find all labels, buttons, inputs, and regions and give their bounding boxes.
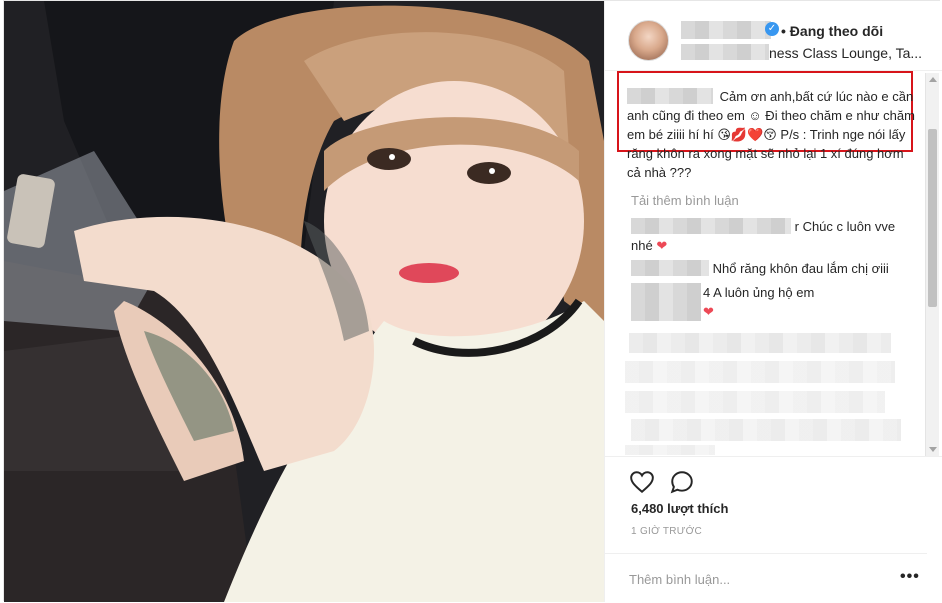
comment-text: 4 A luôn ủng hộ em: [703, 285, 815, 300]
heart-emoji-icon: ❤: [656, 238, 668, 253]
speech-bubble-icon[interactable]: [669, 469, 695, 495]
post-actions: 6,480 lượt thích 1 GIỜ TRƯỚC •••: [605, 456, 942, 602]
load-more-comments-link[interactable]: Tải thêm bình luận: [631, 193, 739, 208]
comment-text: Nhổ răng khôn đau lắm chị ơiii: [712, 261, 889, 276]
scroll-up-arrow-icon[interactable]: [929, 77, 937, 82]
location-blurred[interactable]: [681, 44, 769, 60]
heart-emoji-icon: ❤: [703, 304, 714, 319]
heart-icon[interactable]: [629, 469, 655, 495]
caption-author-blurred[interactable]: [627, 88, 713, 104]
post-caption: Cảm ơn anh,bất cứ lúc nào e cần anh cũng…: [627, 87, 917, 182]
comments-scrollbar[interactable]: [925, 73, 939, 456]
commenter-blurred[interactable]: [631, 260, 709, 276]
post-side-panel: ✓ • Đang theo dõi ness Class Lounge, Ta.…: [604, 1, 942, 602]
comment-item: Nhổ răng khôn đau lắm chị ơiii: [631, 259, 911, 278]
verified-badge-icon: ✓: [765, 22, 779, 36]
more-options-icon[interactable]: •••: [900, 568, 920, 586]
scroll-down-arrow-icon[interactable]: [929, 447, 937, 452]
add-comment-bar: •••: [605, 553, 927, 603]
instagram-post: ✓ • Đang theo dõi ness Class Lounge, Ta.…: [3, 0, 942, 602]
commenter-blurred[interactable]: [631, 283, 701, 321]
scroll-thumb[interactable]: [928, 129, 937, 307]
comment-input[interactable]: [629, 568, 869, 590]
comment-item: 4 A luôn ủng hộ em ❤: [631, 283, 911, 321]
following-status[interactable]: • Đang theo dõi: [781, 23, 883, 39]
post-photo[interactable]: [4, 1, 604, 602]
post-timestamp[interactable]: 1 GIỜ TRƯỚC: [631, 526, 702, 537]
post-header: ✓ • Đang theo dõi ness Class Lounge, Ta.…: [605, 1, 942, 71]
selfie-illustration: [4, 1, 604, 602]
commenter-blurred[interactable]: [631, 218, 791, 234]
comments-section: Cảm ơn anh,bất cứ lúc nào e cần anh cũng…: [605, 71, 927, 456]
like-count[interactable]: 6,480 lượt thích: [631, 501, 728, 516]
comment-item: r Chúc c luôn vve nhé ❤: [631, 217, 911, 255]
username-blurred[interactable]: [681, 21, 771, 39]
avatar[interactable]: [628, 20, 669, 61]
location-text[interactable]: ness Class Lounge, Ta...: [769, 45, 922, 61]
